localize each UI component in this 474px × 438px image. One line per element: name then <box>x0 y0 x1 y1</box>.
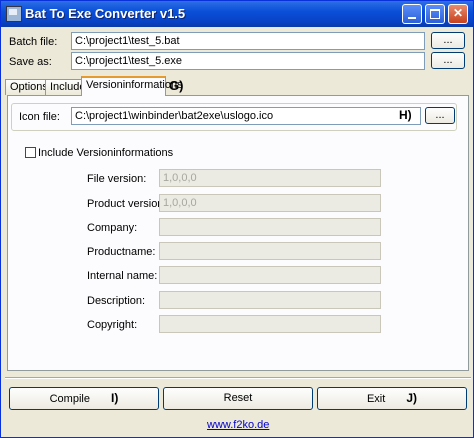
bottom-divider <box>5 377 471 379</box>
product-version-label: Product version: <box>87 198 167 210</box>
internal-name-input[interactable] <box>159 266 381 284</box>
product-version-input[interactable]: 1,0,0,0 <box>159 194 381 212</box>
file-version-label: File version: <box>87 173 147 185</box>
save-as-browse-button[interactable]: ... <box>431 52 465 69</box>
reset-button[interactable]: Reset <box>163 387 313 410</box>
save-as-label: Save as: <box>9 56 52 68</box>
compile-annotation-marker: I) <box>111 391 119 405</box>
exit-annotation-marker: J) <box>406 391 418 405</box>
company-input[interactable] <box>159 218 381 236</box>
productname-input[interactable] <box>159 242 381 260</box>
compile-button[interactable]: Compile I) <box>9 387 159 410</box>
internal-name-label: Internal name: <box>87 270 158 282</box>
tab-versioninformations[interactable]: Versioninformations <box>81 76 183 96</box>
icon-file-browse-button[interactable]: ... <box>425 107 455 124</box>
batch-file-browse-button[interactable]: ... <box>431 32 465 49</box>
app-icon <box>6 6 22 22</box>
icon-file-input[interactable]: C:\project1\winbinder\bat2exe\uslogo.ico <box>71 107 421 125</box>
copyright-input[interactable] <box>159 315 381 333</box>
batch-file-label: Batch file: <box>9 36 58 48</box>
maximize-button[interactable] <box>425 4 445 24</box>
exit-button[interactable]: Exit J) <box>317 387 467 410</box>
icon-annotation-marker: H) <box>399 108 412 122</box>
minimize-button[interactable] <box>402 4 422 24</box>
productname-label: Productname: <box>87 246 156 258</box>
title-bar[interactable]: Bat To Exe Converter v1.5 ✕ <box>1 1 473 27</box>
file-version-input[interactable]: 1,0,0,0 <box>159 169 381 187</box>
copyright-label: Copyright: <box>87 319 138 331</box>
window-title: Bat To Exe Converter v1.5 <box>25 6 186 21</box>
exit-button-label: Exit <box>366 393 386 405</box>
company-label: Company: <box>87 222 138 234</box>
description-label: Description: <box>87 295 146 307</box>
include-versioninfo-label: Include Versioninformations <box>38 147 174 159</box>
icon-file-label: Icon file: <box>19 111 60 123</box>
icon-file-value: C:\project1\winbinder\bat2exe\uslogo.ico <box>75 110 274 122</box>
main-window: Bat To Exe Converter v1.5 ✕ Batch file: … <box>0 0 474 438</box>
save-as-input[interactable]: C:\project1\test_5.exe <box>71 52 425 70</box>
close-button[interactable]: ✕ <box>448 4 468 24</box>
compile-button-label: Compile <box>49 393 90 405</box>
include-versioninfo-checkbox[interactable] <box>25 147 36 158</box>
minimize-icon <box>408 17 416 19</box>
maximize-icon <box>430 9 440 19</box>
website-link[interactable]: www.f2ko.de <box>207 419 269 431</box>
description-input[interactable] <box>159 291 381 309</box>
batch-file-input[interactable]: C:\project1\test_5.bat <box>71 32 425 50</box>
close-icon: ✕ <box>452 6 464 20</box>
